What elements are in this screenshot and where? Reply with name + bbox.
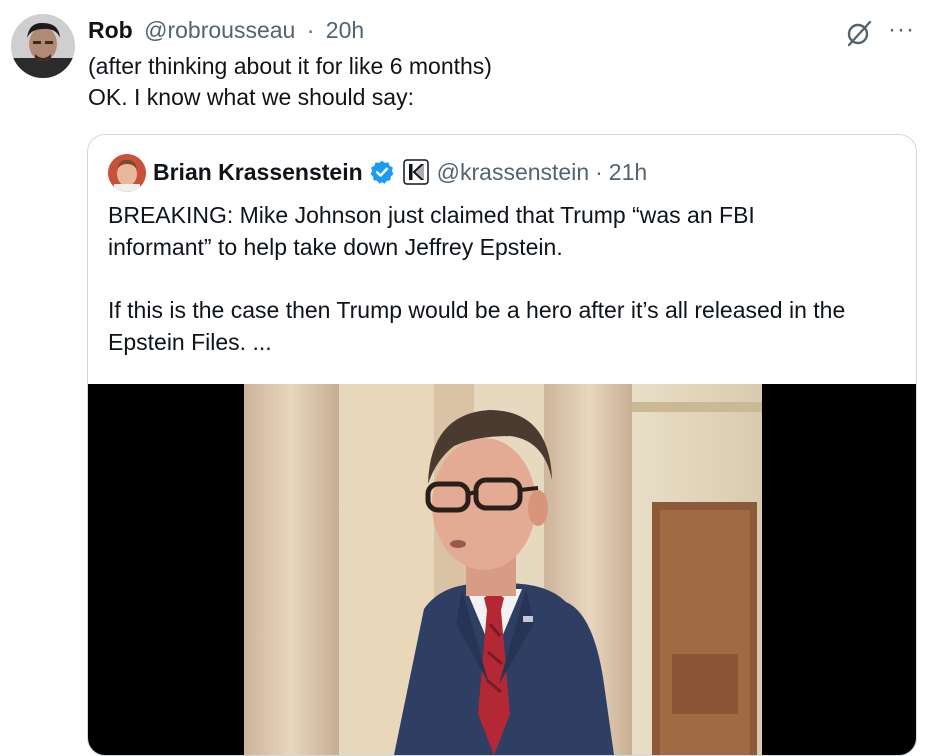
quoted-header-separator: · xyxy=(595,159,603,185)
video-frame xyxy=(244,384,762,755)
author-handle[interactable]: @robrousseau xyxy=(144,17,295,43)
quoted-tweet-header: Brian Krassenstein @krassenstein · 21h xyxy=(153,157,647,187)
quoted-text-line: BREAKING: Mike Johnson just claimed that… xyxy=(108,202,755,228)
tweet-text-line: (after thinking about it for like 6 mont… xyxy=(88,53,492,79)
quoted-author-avatar[interactable] xyxy=(108,154,146,192)
quoted-text-line: Epstein Files. ... xyxy=(108,328,272,355)
author-avatar[interactable] xyxy=(11,14,75,78)
quoted-tweet-card[interactable]: Brian Krassenstein @krassenstein · 21h B… xyxy=(87,134,917,756)
k-affiliate-badge-icon[interactable] xyxy=(402,159,429,185)
quoted-text-line: If this is the case then Trump would be … xyxy=(108,297,846,323)
tweet-text-line: OK. I know what we should say: xyxy=(88,84,414,110)
quoted-text-line: informant” to help take down Jeffrey Eps… xyxy=(108,233,563,260)
author-name[interactable]: Rob xyxy=(88,17,133,43)
tweet-timestamp[interactable]: 20h xyxy=(326,17,364,43)
quoted-author-avatar-image xyxy=(108,154,146,192)
quoted-tweet-video[interactable] xyxy=(88,384,916,755)
header-separator: · xyxy=(306,17,315,43)
tweet-header: Rob @robrousseau · 20h xyxy=(88,15,364,45)
quoted-author-name[interactable]: Brian Krassenstein xyxy=(153,157,363,187)
tweet-text: (after thinking about it for like 6 mont… xyxy=(88,51,492,113)
author-avatar-image xyxy=(11,14,75,78)
quoted-tweet-text: BREAKING: Mike Johnson just claimed that… xyxy=(108,200,845,358)
quoted-tweet-timestamp[interactable]: 21h xyxy=(609,157,647,187)
verified-badge-icon xyxy=(370,160,394,184)
video-thumbnail xyxy=(244,384,762,755)
grok-icon[interactable] xyxy=(844,18,874,48)
more-icon[interactable]: ··· xyxy=(888,15,915,45)
quoted-author-handle[interactable]: @krassenstein xyxy=(437,157,589,187)
